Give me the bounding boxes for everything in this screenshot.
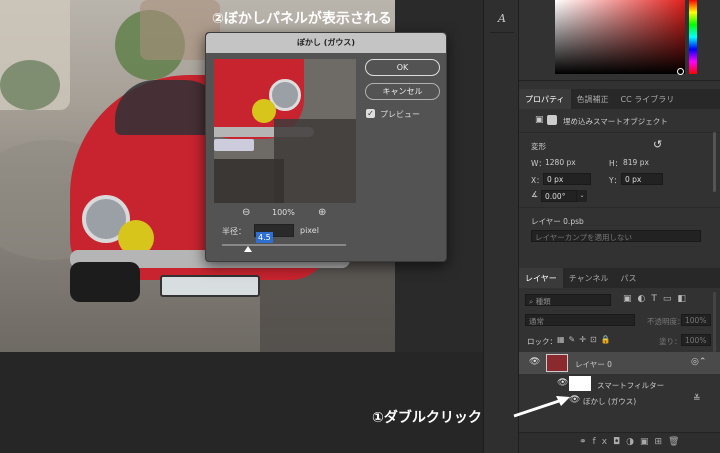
h-value[interactable]: 819 px (623, 158, 649, 167)
blur-panel-annotation: ②ぼかしパネルが表示される (212, 11, 392, 27)
filter-options-icon[interactable]: ≚ (693, 394, 701, 404)
color-field[interactable] (555, 0, 685, 74)
angle-icon: ∡ (531, 190, 539, 199)
w-value[interactable]: 1280 px (545, 158, 576, 167)
layer-action-icons[interactable]: ⚭fx◘◑▣⊞🗑 (579, 437, 685, 447)
properties-scrollbar[interactable] (713, 132, 716, 192)
tab-properties[interactable]: プロパティ (519, 89, 571, 109)
filter-kind: 種類 (535, 297, 551, 306)
preview-label: プレビュー (380, 110, 420, 119)
layer-name[interactable]: レイヤー 0 (575, 359, 612, 370)
link-icon (547, 115, 557, 125)
smart-filter-indicator-icon: ◎⌃ (691, 357, 707, 367)
character-panel-icon[interactable]: A (493, 12, 511, 28)
tab-layers[interactable]: レイヤー (519, 268, 563, 288)
h-label: H： (609, 159, 623, 168)
layer-comp-select[interactable]: レイヤーカンプを適用しない (531, 230, 701, 242)
properties-tabs: プロパティ 色調補正 CC ライブラリ (519, 89, 720, 109)
tab-channels[interactable]: チャンネル (563, 268, 615, 288)
layer-row-smart-filter[interactable]: 👁 スマートフィルター (519, 375, 720, 393)
layers-tabs: レイヤー チャンネル パス (519, 268, 720, 288)
canvas-pasteboard-bottom (0, 352, 483, 453)
radius-input[interactable]: 4.5 (254, 224, 294, 243)
gaussian-blur-dialog: ぼかし (ガウス) ⊖ 100% ⊕ 半径： 4.5 pixel OK キャンセ… (205, 32, 447, 262)
panel-icon-strip: A (483, 0, 519, 453)
radius-label: 半径： (222, 227, 246, 236)
visibility-eye-icon[interactable]: 👁 (529, 357, 540, 367)
layer-row-layer0[interactable]: 👁 レイヤー 0 ◎⌃ (519, 352, 720, 374)
smart-object-icon: ▣ (535, 115, 544, 125)
filter-mask-thumbnail (569, 376, 591, 391)
layer-filter-select[interactable]: ⌕ 種類 (525, 294, 611, 306)
blend-mode-select[interactable]: 通常 (525, 314, 635, 326)
y-label: Y： (609, 176, 622, 185)
double-click-annotation: ①ダブルクリック (372, 410, 482, 426)
radius-unit: pixel (300, 226, 319, 235)
lock-icons[interactable]: ▦✎✛⊡🔒 (557, 335, 615, 344)
layer-file-name: レイヤー 0.psb (531, 217, 584, 226)
tab-paths[interactable]: パス (615, 268, 643, 288)
angle-field[interactable]: 0.00° (541, 190, 577, 202)
w-label: W： (531, 159, 546, 168)
cancel-button[interactable]: キャンセル (365, 83, 440, 100)
fill-field[interactable]: 100% (681, 334, 711, 346)
object-type: 埋め込みスマートオブジェクト (563, 117, 668, 126)
preview-window[interactable] (214, 59, 356, 203)
transform-label: 変形 (531, 142, 546, 151)
arrow-annotation-icon (513, 396, 570, 418)
radius-slider-thumb[interactable] (244, 246, 252, 252)
angle-dropdown-icon[interactable]: ⌄ (577, 190, 587, 202)
opacity-field[interactable]: 100% (681, 314, 711, 326)
fill-label: 塗り： (659, 337, 682, 346)
search-icon: ⌕ (529, 297, 536, 306)
visibility-eye-icon[interactable]: 👁 (557, 378, 568, 388)
x-field[interactable]: 0 px (543, 173, 591, 185)
radius-value: 4.5 (256, 232, 273, 243)
x-label: X： (531, 176, 544, 185)
license-plate (160, 275, 260, 297)
lock-label: ロック： (527, 337, 557, 346)
zoom-level: 100% (272, 208, 295, 217)
filter-name[interactable]: ぼかし (ガウス) (583, 396, 636, 407)
hue-slider[interactable] (689, 0, 697, 74)
filter-icons: ▣◐T▭◧ (623, 294, 692, 304)
layer-thumbnail (546, 354, 568, 372)
tab-adjustments[interactable]: 色調補正 (571, 89, 615, 109)
y-field[interactable]: 0 px (621, 173, 663, 185)
right-panels: プロパティ 色調補正 CC ライブラリ ▣ 埋め込みスマートオブジェクト 変形 … (519, 0, 720, 453)
radius-slider-track[interactable] (222, 244, 346, 246)
zoom-out-icon[interactable]: ⊖ (242, 207, 250, 218)
tab-cc-libraries[interactable]: CC ライブラリ (615, 89, 681, 109)
preview-checkbox[interactable]: ✓ (366, 109, 375, 118)
zoom-in-icon[interactable]: ⊕ (318, 207, 326, 218)
ok-button[interactable]: OK (365, 59, 440, 76)
opacity-label: 不透明度： (647, 317, 685, 326)
layers-bottom-bar: ⚭fx◘◑▣⊞🗑 (519, 432, 720, 453)
smart-filter-name: スマートフィルター (597, 381, 665, 390)
layers-scrollbar[interactable] (713, 292, 716, 352)
dialog-title: ぼかし (ガウス) (206, 33, 446, 53)
reset-transform-icon[interactable]: ↺ (653, 138, 662, 151)
